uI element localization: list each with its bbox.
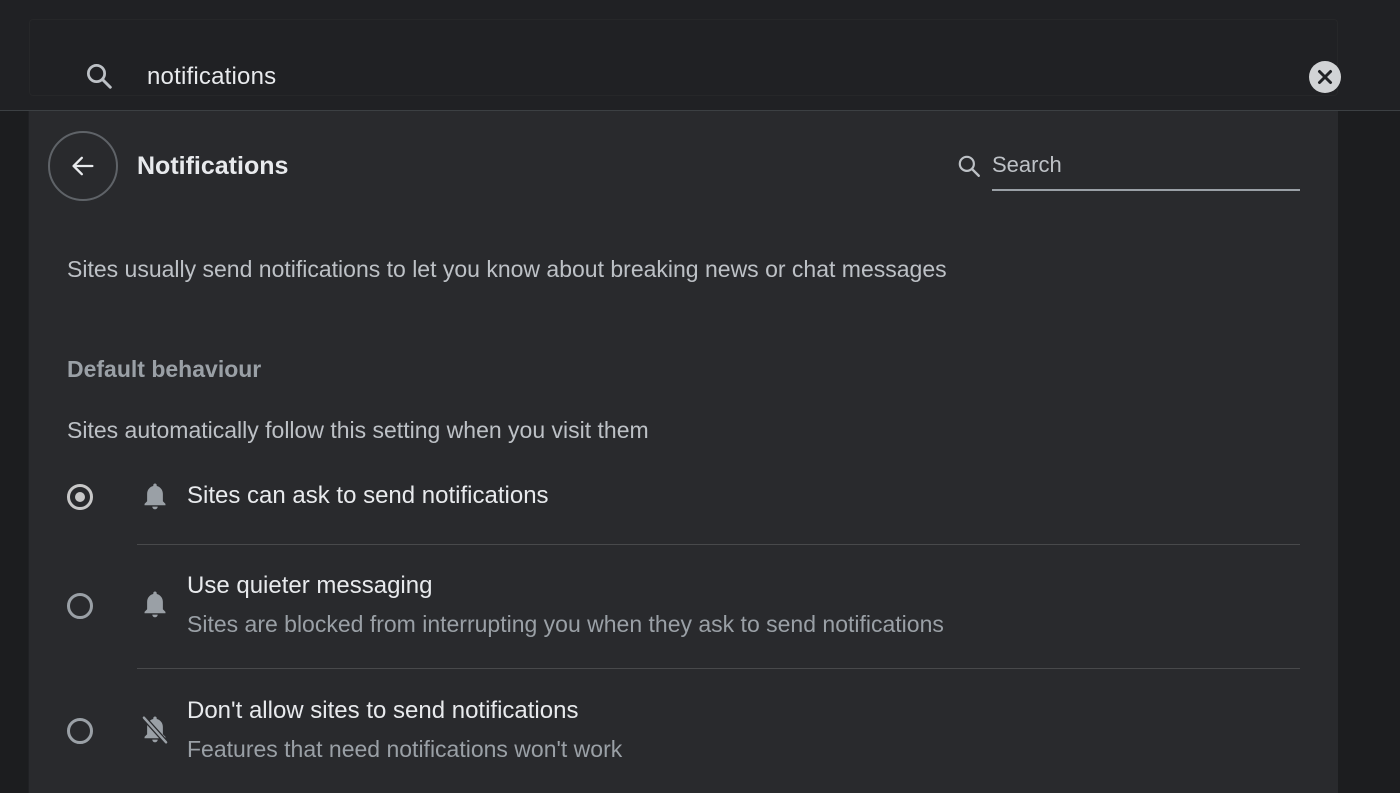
page-title: Notifications [137,152,289,180]
bell-icon [140,481,170,518]
settings-search-bar: notifications [0,0,1400,111]
page-search[interactable]: Search [954,149,1300,191]
settings-search-box[interactable]: notifications [29,19,1341,96]
clear-search-button[interactable] [1309,61,1341,93]
option-sites-can-ask[interactable]: Sites can ask to send notifications [29,471,1338,541]
section-subtitle: Sites automatically follow this setting … [67,417,649,443]
arrow-back-icon [72,156,94,176]
search-icon [956,153,982,184]
radio-sites-can-ask[interactable] [67,484,93,510]
back-button[interactable] [48,131,118,201]
option-label: Don't allow sites to send notifications [187,697,579,724]
close-icon [1318,70,1332,84]
search-icon [84,61,114,96]
option-description: Sites are blocked from interrupting you … [187,611,944,637]
option-quieter-messaging[interactable]: Use quieter messaging Sites are blocked … [29,559,1338,659]
option-label: Use quieter messaging [187,572,433,599]
settings-search-input[interactable]: notifications [147,63,276,91]
radio-quieter-messaging[interactable] [67,593,93,619]
page-description: Sites usually send notifications to let … [67,256,947,282]
bell-icon [140,589,170,626]
option-description: Features that need notifications won't w… [187,736,623,762]
right-gutter [1338,111,1400,793]
section-heading: Default behaviour [67,356,262,382]
notifications-settings-card: Notifications Search Sites usually send … [29,111,1338,793]
bell-off-icon [140,714,170,751]
option-label: Sites can ask to send notifications [187,482,549,509]
search-input[interactable]: Search [992,149,1300,191]
option-dont-allow[interactable]: Don't allow sites to send notifications … [29,683,1338,788]
radio-dont-allow[interactable] [67,718,93,744]
left-gutter [0,111,28,793]
divider [137,544,1300,545]
divider [137,668,1300,669]
